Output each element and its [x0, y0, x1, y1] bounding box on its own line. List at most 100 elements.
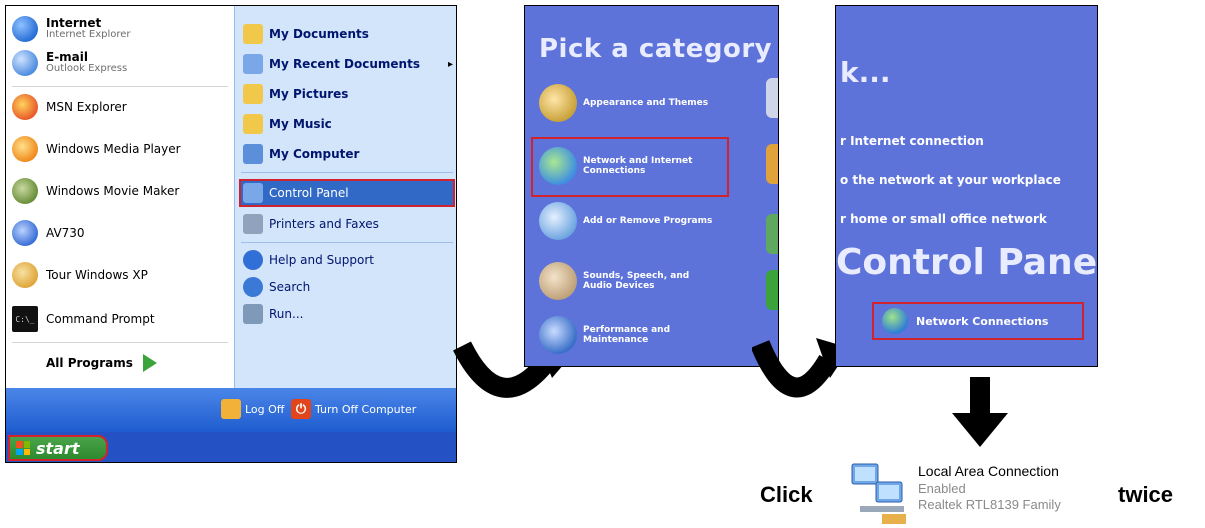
menu-item-label: Run...: [269, 307, 304, 321]
menu-item-control-panel[interactable]: Control Panel: [243, 182, 349, 204]
menu-item-my-recent-documents[interactable]: My Recent Documents ▸: [243, 53, 453, 75]
menu-item-internet[interactable]: Internet Internet Explorer: [12, 12, 131, 46]
start-menu-footer: Log Off ⏻ Turn Off Computer: [6, 388, 456, 432]
menu-item-my-documents[interactable]: My Documents: [243, 23, 369, 45]
media-player-icon: [12, 136, 38, 162]
menu-divider: [12, 342, 228, 343]
menu-item-title: AV730: [46, 225, 85, 240]
internet-explorer-icon: [12, 16, 38, 42]
network-connections-label: Network Connections: [916, 314, 1049, 328]
connection-name: Local Area Connection: [918, 463, 1059, 479]
av730-icon: [12, 220, 38, 246]
menu-item-title: Windows Media Player: [46, 141, 181, 156]
menu-divider: [12, 86, 228, 87]
msn-butterfly-icon: [12, 94, 38, 120]
menu-item-email[interactable]: E-mail Outlook Express: [12, 46, 127, 80]
run-icon: [243, 304, 263, 324]
start-button[interactable]: start: [8, 435, 108, 461]
control-panel-icon: [243, 183, 263, 203]
all-programs-label: All Programs: [46, 356, 133, 370]
menu-item-label: My Computer: [269, 147, 360, 161]
taskbar: start: [6, 432, 456, 462]
start-label: start: [36, 438, 80, 458]
menu-item-label: My Recent Documents: [269, 57, 420, 71]
outlook-express-icon: [12, 50, 38, 76]
start-menu-right-pane: My Documents My Recent Documents ▸ My Pi…: [234, 6, 456, 388]
category-add-remove-programs[interactable]: Add or Remove Programs: [539, 202, 712, 240]
start-menu: Internet Internet Explorer E-mail Outloo…: [5, 5, 457, 463]
windows-logo-icon: [16, 441, 30, 455]
menu-item-search[interactable]: Search: [243, 276, 310, 298]
start-menu-left-pane: Internet Internet Explorer E-mail Outloo…: [6, 6, 234, 388]
task-link-workplace-network[interactable]: o the network at your workplace: [840, 173, 1061, 187]
down-arrow-icon: [952, 377, 1008, 447]
menu-item-windows-movie-maker[interactable]: Windows Movie Maker: [12, 174, 179, 208]
log-off-label: Log Off: [245, 402, 285, 416]
category-label: Appearance and Themes: [583, 97, 709, 108]
menu-item-av730[interactable]: AV730: [12, 216, 85, 250]
control-panel-category-view: Pick a category Appearance and Themes Ne…: [524, 5, 779, 367]
category-label: Performance and Maintenance: [583, 324, 671, 345]
network-connections-icon: [882, 308, 908, 334]
add-remove-programs-icon: [539, 202, 577, 240]
tour-xp-icon: [12, 262, 38, 288]
submenu-arrow-icon: ▸: [447, 58, 453, 70]
menu-item-title: MSN Explorer: [46, 99, 127, 114]
menu-item-help-and-support[interactable]: Help and Support: [243, 249, 374, 271]
turn-off-button[interactable]: ⏻ Turn Off Computer: [291, 399, 416, 419]
category-appearance-and-themes[interactable]: Appearance and Themes: [539, 84, 708, 122]
network-connections-link[interactable]: Network Connections: [872, 302, 1084, 340]
key-icon: [221, 399, 241, 419]
power-icon: ⏻: [291, 399, 311, 419]
category-icon-partial: [766, 214, 778, 254]
menu-item-tour-windows-xp[interactable]: Tour Windows XP: [12, 258, 148, 292]
green-arrow-icon: [142, 354, 157, 372]
sounds-speaker-icon: [539, 262, 577, 300]
menu-item-my-pictures[interactable]: My Pictures: [243, 83, 348, 105]
menu-item-my-music[interactable]: My Music: [243, 113, 332, 135]
menu-item-my-computer[interactable]: My Computer: [243, 143, 359, 165]
twice-instruction: twice: [1118, 482, 1174, 507]
menu-item-command-prompt[interactable]: C:\_ Command Prompt: [12, 302, 155, 336]
category-label: Network and Internet Connections: [583, 155, 693, 176]
pick-a-task-heading: k...: [840, 56, 891, 89]
control-panel-icon-heading: Control Panel ic: [836, 242, 1098, 283]
category-sounds-speech-audio[interactable]: Sounds, Speech, and Audio Devices: [539, 262, 689, 300]
menu-item-title: Windows Movie Maker: [46, 183, 180, 198]
appearance-themes-icon: [539, 84, 577, 122]
menu-item-run[interactable]: Run...: [243, 303, 303, 325]
menu-item-label: My Music: [269, 117, 332, 131]
pictures-folder-icon: [243, 84, 263, 104]
task-link-home-network[interactable]: r home or small office network: [840, 212, 1047, 226]
menu-item-windows-media-player[interactable]: Windows Media Player: [12, 132, 181, 166]
menu-item-label: Help and Support: [269, 253, 374, 267]
category-network-and-internet[interactable]: Network and Internet Connections: [539, 147, 692, 185]
menu-item-printers-and-faxes[interactable]: Printers and Faxes: [243, 213, 379, 235]
menu-item-msn-explorer[interactable]: MSN Explorer: [12, 90, 127, 124]
connection-status: Enabled: [918, 480, 966, 496]
menu-item-label: Printers and Faxes: [269, 217, 379, 231]
network-globe-icon: [539, 147, 577, 185]
local-area-connection-icon[interactable]: [846, 460, 914, 526]
command-prompt-icon: C:\_: [12, 306, 38, 332]
turn-off-label: Turn Off Computer: [315, 402, 417, 416]
log-off-button[interactable]: Log Off: [221, 399, 284, 419]
menu-item-title: Tour Windows XP: [46, 267, 148, 282]
menu-item-label: My Pictures: [269, 87, 349, 101]
menu-divider: [241, 172, 453, 173]
recent-documents-icon: [243, 54, 263, 74]
menu-item-label: My Documents: [269, 27, 369, 41]
local-area-connection-details[interactable]: Local Area Connection Enabled Realtek RT…: [918, 463, 1061, 513]
category-label: Add or Remove Programs: [583, 215, 713, 226]
category-label: Sounds, Speech, and Audio Devices: [583, 270, 690, 291]
click-instruction: Click: [760, 482, 813, 507]
menu-item-label: Control Panel: [269, 186, 349, 200]
performance-chart-icon: [539, 316, 577, 354]
all-programs-button[interactable]: All Programs: [46, 354, 157, 372]
search-icon: [243, 277, 263, 297]
menu-item-label: Search: [269, 280, 311, 294]
help-icon: [243, 250, 263, 270]
category-performance-maintenance[interactable]: Performance and Maintenance: [539, 316, 670, 354]
task-link-internet-connection[interactable]: r Internet connection: [840, 134, 984, 148]
category-icon-partial: [766, 78, 778, 118]
